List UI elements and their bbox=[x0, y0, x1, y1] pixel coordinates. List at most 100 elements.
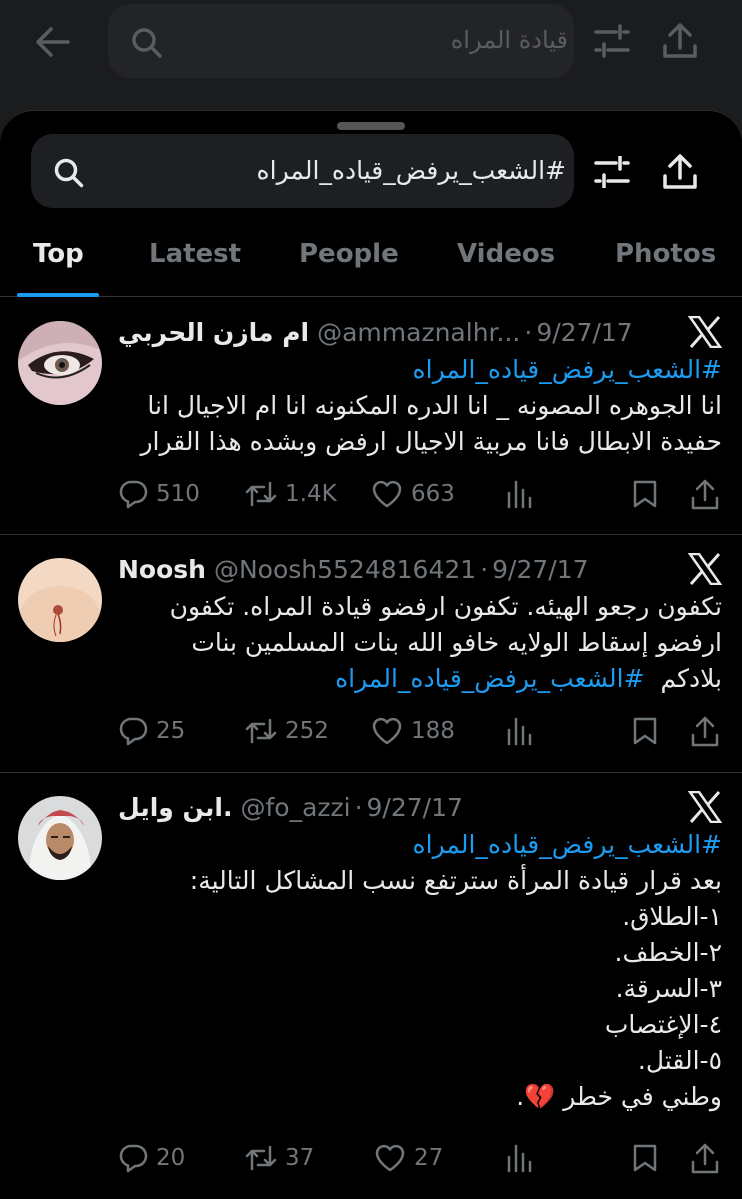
tab-people[interactable]: People bbox=[299, 239, 399, 269]
display-name[interactable]: ابن وايل. bbox=[118, 793, 232, 822]
search-results-sheet: #الشعب_يرفض_قياده_المراه Top Latest Peop… bbox=[0, 110, 742, 1199]
tweet-text-line: ٢-الخطف. bbox=[614, 938, 723, 967]
tweet-date[interactable]: 9/27/17 bbox=[367, 793, 463, 822]
search-query: #الشعب_يرفض_قياده_المراه bbox=[256, 156, 566, 185]
share-icon bbox=[691, 716, 719, 747]
tweet-text: #الشعب_يرفض_قياده_المراه انا الجوهره الم… bbox=[118, 352, 722, 460]
like-count: 663 bbox=[411, 481, 455, 507]
tweet-header: ام مازن الحربي @ammaznalhr... · 9/27/17 bbox=[118, 314, 633, 350]
share-button[interactable] bbox=[662, 154, 698, 194]
reply-button[interactable]: 510 bbox=[118, 479, 200, 509]
display-name[interactable]: ام مازن الحربي bbox=[118, 318, 309, 347]
heart-icon bbox=[372, 717, 402, 745]
separator-dot: · bbox=[480, 554, 489, 584]
repost-count: 37 bbox=[285, 1145, 315, 1171]
repost-icon bbox=[245, 718, 277, 744]
tweet-text: #الشعب_يرفض_قياده_المراه بعد قرار قيادة … bbox=[118, 827, 722, 1115]
hashtag-link[interactable]: #الشعب_يرفض_قياده_المراه bbox=[118, 352, 722, 388]
user-handle[interactable]: @Noosh5524816421 bbox=[214, 555, 476, 584]
repost-icon bbox=[245, 1145, 277, 1171]
repost-icon bbox=[245, 481, 277, 507]
tweet[interactable]: Noosh @Noosh5524816421 · 9/27/17 تكفون ر… bbox=[0, 535, 742, 773]
avatar[interactable] bbox=[18, 321, 102, 405]
display-name[interactable]: Noosh bbox=[118, 555, 206, 584]
tab-photos[interactable]: Photos bbox=[615, 239, 716, 269]
tweet-date[interactable]: 9/27/17 bbox=[492, 555, 588, 584]
hashtag-link[interactable]: #الشعب_يرفض_قياده_المراه bbox=[335, 664, 644, 693]
share-button[interactable] bbox=[690, 1143, 720, 1175]
tweet-text-line: ١-الطلاق. bbox=[622, 902, 722, 931]
reply-button[interactable]: 25 bbox=[118, 716, 185, 746]
tab-bar: Top Latest People Videos Photos bbox=[0, 221, 742, 297]
reply-icon bbox=[119, 717, 148, 746]
tweet-text-line: ارفضو إسقاط الولايه خافو الله بنات المسل… bbox=[191, 628, 722, 657]
repost-button[interactable]: 252 bbox=[245, 716, 329, 746]
separator-dot: · bbox=[524, 317, 533, 347]
share-button[interactable] bbox=[690, 479, 720, 511]
like-button[interactable]: 27 bbox=[374, 1143, 443, 1173]
avatar[interactable] bbox=[18, 796, 102, 880]
active-tab-indicator bbox=[17, 293, 99, 297]
share-icon[interactable] bbox=[662, 22, 698, 64]
heart-icon bbox=[375, 1144, 405, 1172]
separator-dot: · bbox=[354, 792, 363, 822]
tweet-actions: 20 37 27 bbox=[118, 1143, 722, 1183]
tweet[interactable]: ابن وايل. @fo_azzi · 9/27/17 #الشعب_يرفض… bbox=[0, 773, 742, 1199]
tweet-text-line: ٣-السرقة. bbox=[615, 974, 722, 1003]
share-button[interactable] bbox=[690, 716, 720, 748]
repost-button[interactable]: 1.4K bbox=[245, 479, 337, 509]
x-logo-icon bbox=[687, 315, 723, 349]
back-button[interactable] bbox=[30, 22, 74, 62]
bookmark-button[interactable] bbox=[632, 716, 658, 746]
views-button[interactable] bbox=[506, 1143, 534, 1173]
like-button[interactable]: 663 bbox=[371, 479, 455, 509]
views-button[interactable] bbox=[506, 479, 534, 509]
views-button[interactable] bbox=[506, 716, 534, 746]
tweet-text: تكفون رجعو الهيئه. تكفون ارفضو قيادة الم… bbox=[118, 589, 722, 697]
tweet-text-line: حفيدة الابطال فانا مربية الاجيال ارفض وب… bbox=[140, 427, 722, 456]
bookmark-icon bbox=[633, 480, 657, 508]
search-field[interactable]: #الشعب_يرفض_قياده_المراه bbox=[31, 134, 574, 208]
user-handle[interactable]: @ammaznalhr... bbox=[317, 318, 520, 347]
repost-button[interactable]: 37 bbox=[245, 1143, 314, 1173]
background-search-query: قيادة المراه bbox=[450, 26, 568, 54]
tweet-text-line: وطني في خطر 💔. bbox=[516, 1082, 722, 1111]
tweet-text-segment: بلادكم bbox=[660, 664, 722, 693]
tweet-header: ابن وايل. @fo_azzi · 9/27/17 bbox=[118, 789, 463, 825]
filter-icon bbox=[594, 155, 630, 189]
user-handle[interactable]: @fo_azzi bbox=[240, 793, 350, 822]
filter-icon[interactable] bbox=[594, 24, 630, 62]
bookmark-button[interactable] bbox=[632, 479, 658, 509]
tweet-header: Noosh @Noosh5524816421 · 9/27/17 bbox=[118, 551, 589, 587]
tweet[interactable]: ام مازن الحربي @ammaznalhr... · 9/27/17 … bbox=[0, 298, 742, 535]
back-arrow-icon bbox=[36, 27, 70, 57]
sheet-drag-handle[interactable] bbox=[337, 122, 405, 130]
tweet-date[interactable]: 9/27/17 bbox=[536, 318, 632, 347]
tweet-text-line: تكفون رجعو الهيئه. تكفون ارفضو قيادة الم… bbox=[169, 592, 722, 621]
reply-icon bbox=[119, 1144, 148, 1173]
like-button[interactable]: 188 bbox=[371, 716, 455, 746]
tweet-actions: 25 252 188 bbox=[118, 716, 722, 756]
tab-videos[interactable]: Videos bbox=[457, 239, 555, 269]
hashtag-link[interactable]: #الشعب_يرفض_قياده_المراه bbox=[118, 827, 722, 863]
like-count: 188 bbox=[411, 718, 455, 744]
share-icon bbox=[663, 154, 697, 189]
views-chart-icon bbox=[507, 717, 532, 746]
background-search-field[interactable]: قيادة المراه bbox=[108, 4, 574, 78]
tweet-text-line: بعد قرار قيادة المرأة سترتفع نسب المشاكل… bbox=[189, 866, 722, 895]
x-logo-icon bbox=[687, 552, 723, 586]
reply-button[interactable]: 20 bbox=[118, 1143, 185, 1173]
tab-top[interactable]: Top bbox=[33, 239, 84, 269]
tab-latest[interactable]: Latest bbox=[149, 239, 241, 269]
bookmark-button[interactable] bbox=[632, 1143, 658, 1173]
share-icon bbox=[691, 479, 719, 510]
reply-count: 510 bbox=[156, 481, 200, 507]
bookmark-icon bbox=[633, 1144, 657, 1172]
avatar[interactable] bbox=[18, 558, 102, 642]
share-icon bbox=[691, 1143, 719, 1174]
repost-count: 252 bbox=[285, 718, 329, 744]
bookmark-icon bbox=[633, 717, 657, 745]
reply-count: 20 bbox=[156, 1145, 186, 1171]
views-chart-icon bbox=[507, 1144, 532, 1173]
filter-button[interactable] bbox=[594, 155, 630, 192]
